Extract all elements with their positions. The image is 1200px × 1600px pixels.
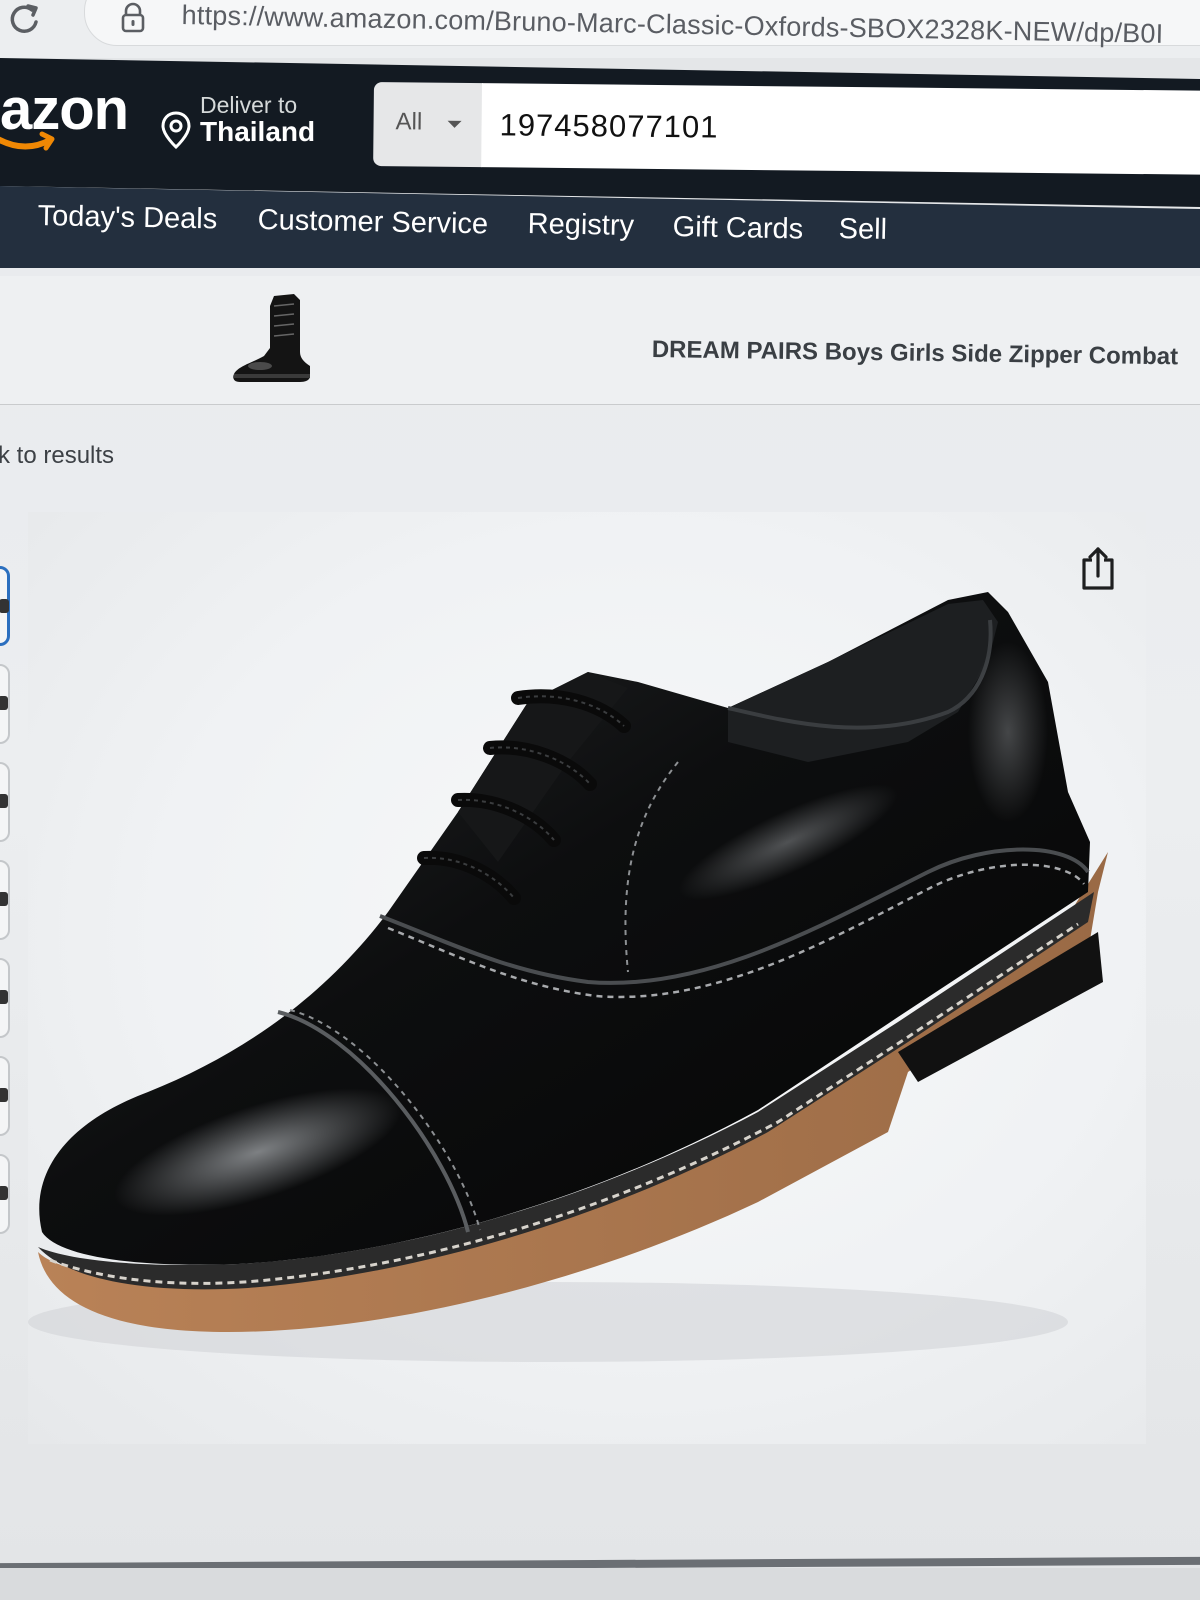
- search-department-dropdown[interactable]: All: [373, 82, 483, 168]
- lock-icon[interactable]: [118, 2, 148, 34]
- thumbnail-item[interactable]: [0, 1154, 10, 1234]
- thumbnail-item[interactable]: [0, 566, 10, 646]
- deliver-country: Thailand: [200, 116, 316, 147]
- thumbnail-item[interactable]: [0, 1056, 10, 1136]
- deliver-label: Deliver to: [200, 92, 298, 118]
- thumbnail-item[interactable]: [0, 860, 10, 940]
- back-to-results-link[interactable]: k to results: [0, 442, 114, 470]
- sponsored-boot-image[interactable]: [230, 290, 316, 390]
- nav-sell[interactable]: Sell: [838, 213, 887, 247]
- main-product-image[interactable]: [28, 512, 1146, 1444]
- caret-down-icon: [447, 120, 462, 128]
- browser-url-bar: https://www.amazon.com/Bruno-Marc-Classi…: [0, 0, 1200, 58]
- thumbnail-item[interactable]: [0, 958, 10, 1038]
- reload-icon[interactable]: [2, 0, 46, 36]
- share-icon[interactable]: [1078, 546, 1118, 592]
- screen-bezel: [0, 1568, 1200, 1600]
- image-thumbnail-rail: [0, 566, 14, 1266]
- nav-customer-service[interactable]: Customer Service: [257, 204, 488, 241]
- search-input[interactable]: [481, 83, 1200, 176]
- nav-todays-deals[interactable]: Today's Deals: [37, 200, 217, 236]
- nav-registry[interactable]: Registry: [527, 208, 634, 243]
- department-label: All: [395, 108, 423, 136]
- thumbnail-item[interactable]: [0, 762, 10, 842]
- nav-gift-cards[interactable]: Gift Cards: [672, 211, 803, 246]
- search-bar: All: [373, 82, 1200, 176]
- location-pin-icon: [161, 111, 191, 150]
- thumbnail-item[interactable]: [0, 664, 10, 744]
- amazon-smile-icon: [0, 131, 55, 151]
